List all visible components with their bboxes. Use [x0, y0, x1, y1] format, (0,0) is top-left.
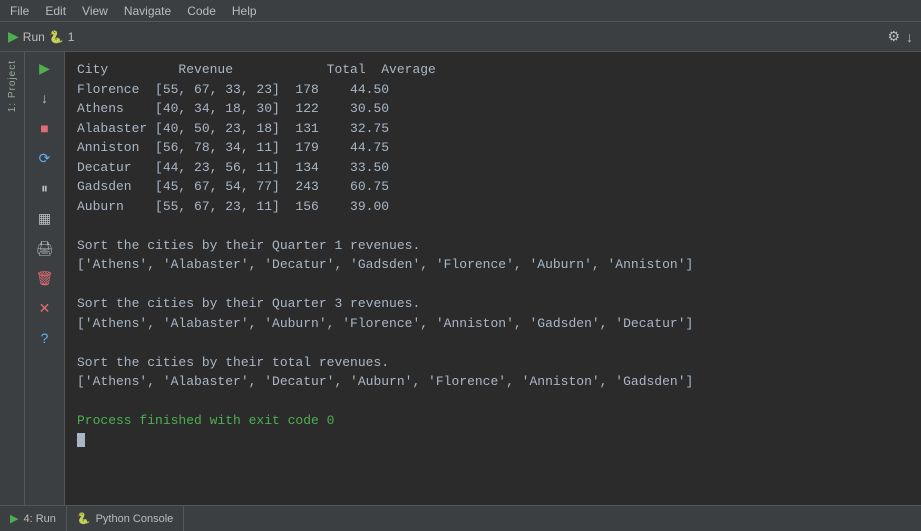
console-row-gadsden: Gadsden [45, 67, 54, 77] 243 60.75 [77, 177, 909, 197]
run-controls-panel: ▶ ↓ ■ ⟳ ⏸ ▦ 🖨 🗑 ✕ ? [25, 52, 65, 505]
console-process-msg: Process finished with exit code 0 [77, 411, 909, 431]
run-icon: ▶ [8, 28, 19, 45]
menu-navigate[interactable]: Navigate [118, 0, 177, 21]
console-sort-total-label: Sort the cities by their total revenues. [77, 353, 909, 373]
cursor-blink [77, 433, 85, 447]
print-button[interactable]: 🖨 [33, 236, 57, 260]
trash-button[interactable]: 🗑 [33, 266, 57, 290]
console-row-decatur: Decatur [44, 23, 56, 11] 134 33.50 [77, 158, 909, 178]
console-row-florence: Florence [55, 67, 33, 23] 178 44.50 [77, 80, 909, 100]
settings-down-icon[interactable]: ↓ [906, 29, 913, 45]
menubar: File Edit View Navigate Code Help [0, 0, 921, 22]
run-tab-label: 4: Run [23, 513, 55, 525]
console-output: City Revenue Total Average Florence [55,… [65, 52, 921, 505]
console-sort-q3-result: ['Athens', 'Alabaster', 'Auburn', 'Flore… [77, 314, 909, 334]
play-button[interactable]: ▶ [33, 56, 57, 80]
console-header-line: City Revenue Total Average [77, 60, 909, 80]
main-area: 1: Project ▶ ↓ ■ ⟳ ⏸ ▦ 🖨 🗑 ✕ ? City Reve… [0, 52, 921, 505]
menu-code[interactable]: Code [181, 0, 222, 21]
menu-edit[interactable]: Edit [39, 0, 72, 21]
console-blank-1 [77, 216, 909, 236]
stop-button[interactable]: ■ [33, 116, 57, 140]
bottombar: ▶ 4: Run 🐍 Python Console [0, 505, 921, 531]
run-number-icon: 🐍 [49, 30, 64, 44]
run-tab-icon: ▶ [10, 512, 18, 525]
run-label: Run [23, 30, 45, 44]
toolbar: ▶ Run 🐍 1 ⚙ ↓ [0, 22, 921, 52]
console-sort-q1-label: Sort the cities by their Quarter 1 reven… [77, 236, 909, 256]
menu-file[interactable]: File [4, 0, 35, 21]
sidebar-left: 1: Project [0, 52, 25, 505]
console-sort-total-result: ['Athens', 'Alabaster', 'Decatur', 'Aubu… [77, 372, 909, 392]
pause-button[interactable]: ⏸ [33, 176, 57, 200]
menu-view[interactable]: View [76, 0, 114, 21]
python-console-label: Python Console [96, 513, 174, 525]
step-over-button[interactable]: ↓ [33, 86, 57, 110]
gear-icon[interactable]: ⚙ [887, 28, 900, 45]
run-toolbar: ▶ Run 🐍 1 [8, 28, 74, 45]
console-row-athens: Athens [40, 34, 18, 30] 122 30.50 [77, 99, 909, 119]
run-number: 1 [68, 30, 75, 44]
sidebar-project-label: 1: Project [7, 56, 18, 116]
console-sort-q1-result: ['Athens', 'Alabaster', 'Decatur', 'Gads… [77, 255, 909, 275]
console-row-anniston: Anniston [56, 78, 34, 11] 179 44.75 [77, 138, 909, 158]
console-row-alabaster: Alabaster [40, 50, 23, 18] 131 32.75 [77, 119, 909, 139]
python-console-tab[interactable]: 🐍 Python Console [67, 506, 184, 531]
console-sort-q3-label: Sort the cities by their Quarter 3 reven… [77, 294, 909, 314]
console-cursor-line [77, 431, 909, 451]
run-tab[interactable]: ▶ 4: Run [0, 506, 67, 531]
console-row-auburn: Auburn [55, 67, 23, 11] 156 39.00 [77, 197, 909, 217]
console-blank-2 [77, 275, 909, 295]
menu-help[interactable]: Help [226, 0, 263, 21]
console-blank-4 [77, 392, 909, 412]
grid-button[interactable]: ▦ [33, 206, 57, 230]
help-button[interactable]: ? [33, 326, 57, 350]
python-icon: 🐍 [77, 512, 91, 525]
console-blank-3 [77, 333, 909, 353]
close-button[interactable]: ✕ [33, 296, 57, 320]
rerun-button[interactable]: ⟳ [33, 146, 57, 170]
